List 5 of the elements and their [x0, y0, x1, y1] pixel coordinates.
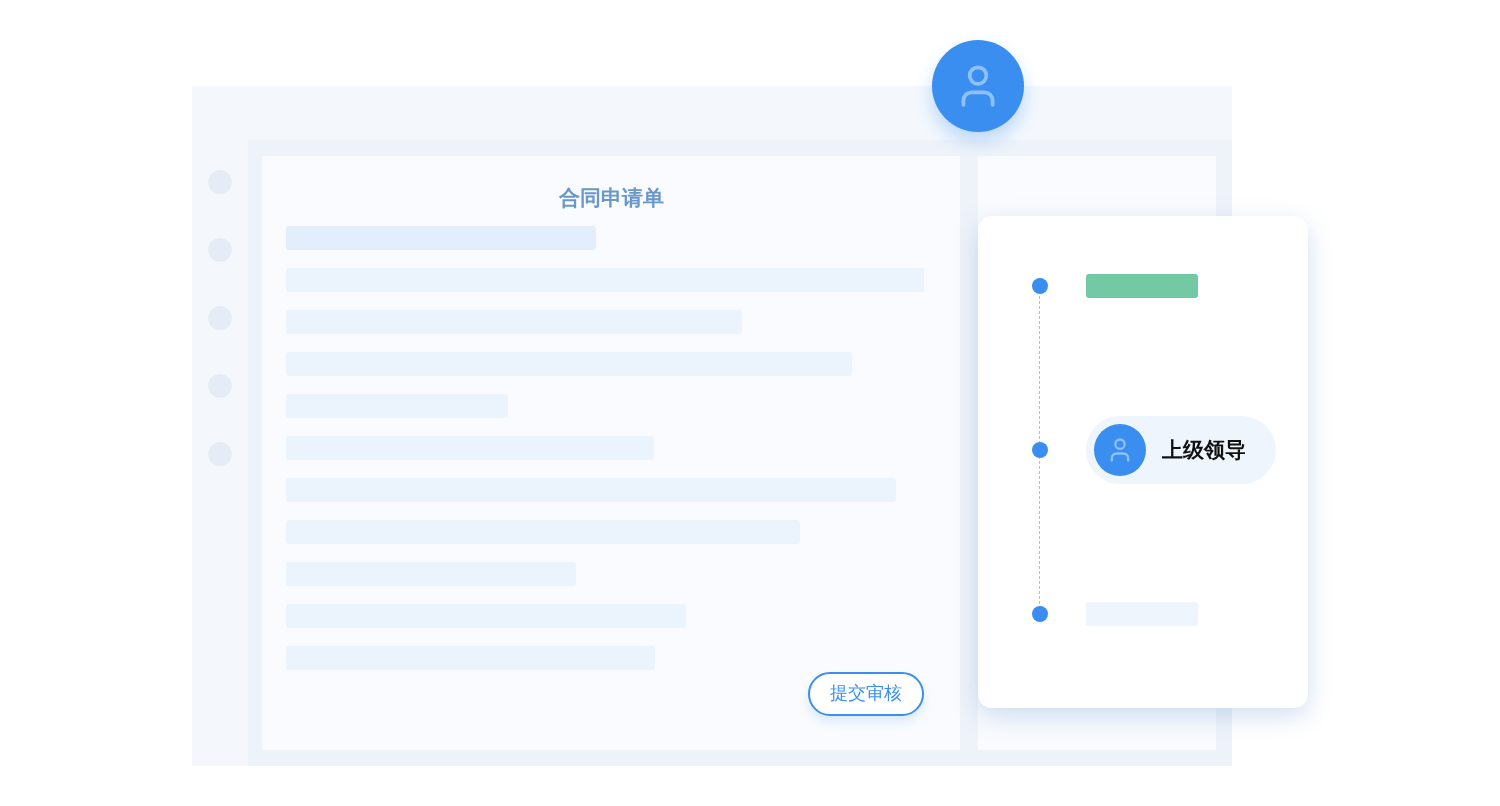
submit-button[interactable]: 提交审核 — [808, 671, 924, 716]
avatar-icon — [1094, 424, 1146, 476]
user-avatar-icon — [932, 40, 1024, 132]
approver-name: 上级领导 — [1162, 437, 1246, 464]
document-title: 合同申请单 — [558, 185, 664, 211]
